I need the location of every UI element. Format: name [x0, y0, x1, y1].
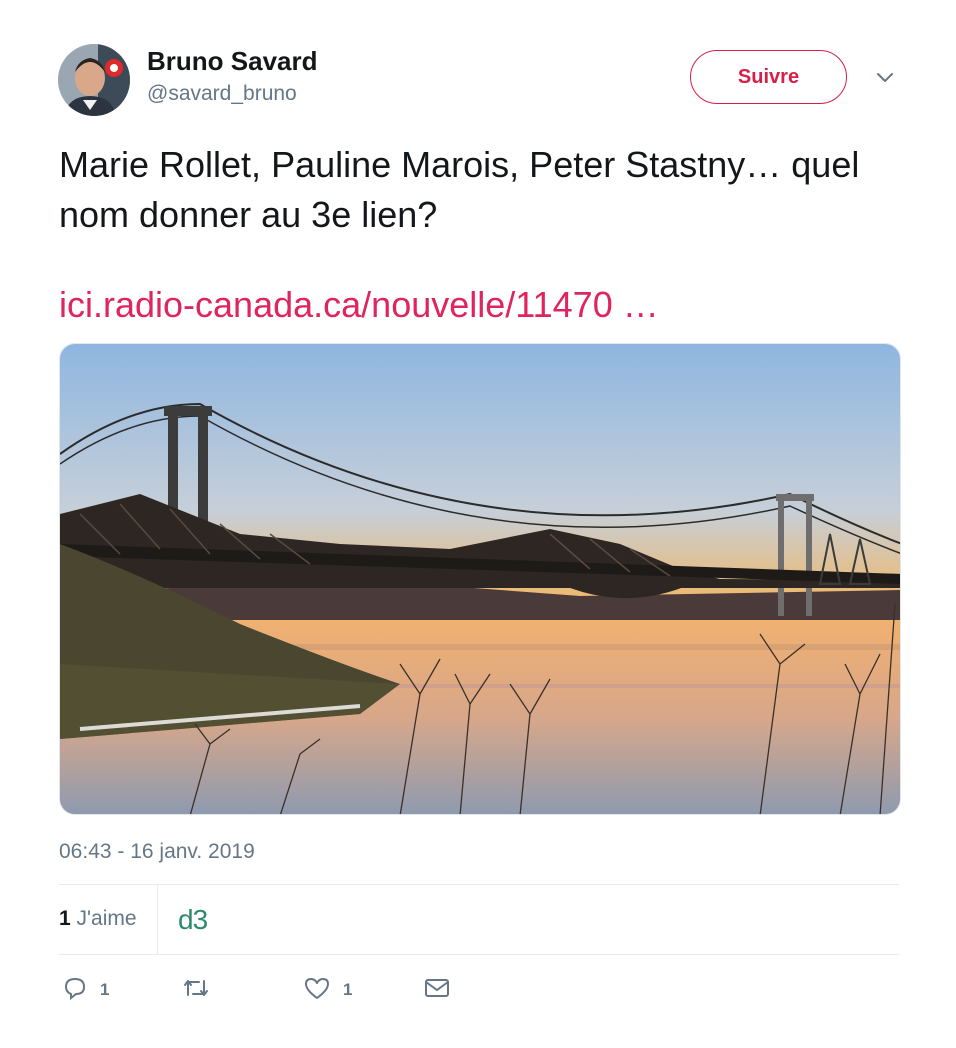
divider: [59, 954, 899, 955]
retweet-button[interactable]: [181, 975, 223, 1005]
direct-message-button[interactable]: [423, 975, 451, 1005]
likes-count: 1: [59, 907, 71, 930]
reply-button[interactable]: 1: [62, 975, 109, 1005]
reply-icon: [62, 975, 88, 1006]
vertical-divider: [157, 884, 158, 954]
liker-avatar[interactable]: d3: [178, 904, 208, 936]
chevron-down-icon[interactable]: [873, 68, 897, 88]
divider: [59, 884, 899, 885]
follow-button[interactable]: Suivre: [690, 50, 847, 104]
tweet-link[interactable]: ici.radio-canada.ca/nouvelle/11470 …: [59, 280, 659, 330]
tweet-text: Marie Rollet, Pauline Marois, Peter Stas…: [59, 144, 860, 235]
heart-icon: [303, 975, 331, 1006]
tweet-timestamp[interactable]: 06:43 - 16 janv. 2019: [59, 840, 255, 864]
retweet-icon: [181, 975, 211, 1006]
reply-count: 1: [100, 980, 110, 999]
mail-icon: [423, 976, 451, 1005]
likes-label: J'aime: [76, 907, 137, 930]
avatar[interactable]: [58, 44, 130, 116]
author-handle[interactable]: @savard_bruno: [147, 82, 297, 106]
like-button[interactable]: 1: [303, 975, 352, 1005]
author-name[interactable]: Bruno Savard: [147, 46, 318, 77]
tweet-image[interactable]: [59, 343, 901, 815]
like-count: 1: [343, 980, 353, 999]
likes-summary[interactable]: 1 J'aime: [59, 907, 137, 931]
